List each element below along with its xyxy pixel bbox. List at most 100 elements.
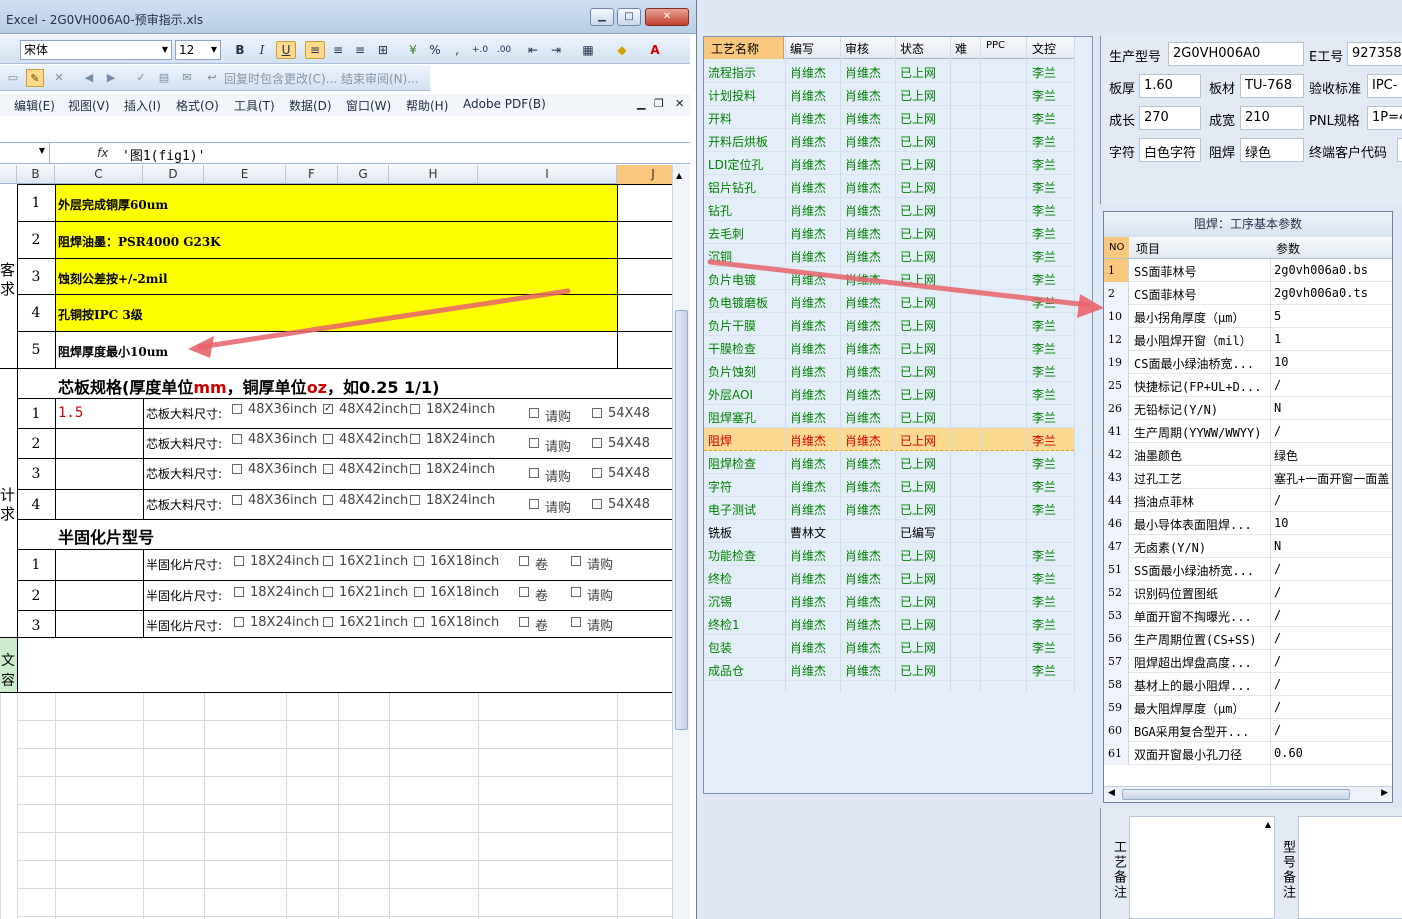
decrease-indent-icon[interactable]: ⇤ [523, 41, 543, 59]
font-color-icon[interactable]: A [645, 41, 665, 59]
checkbox-icon[interactable] [414, 617, 424, 627]
font-size-select[interactable]: 12 ▼ [175, 40, 221, 60]
note-number[interactable]: 2 [18, 232, 54, 248]
process-row[interactable]: 开料 肖维杰 肖维杰 已上网 李兰 [704, 106, 1074, 129]
param-row[interactable]: 26 无铅标记(Y/N) N [1104, 397, 1392, 420]
name-box[interactable]: ▼ [0, 143, 50, 163]
checkbox-icon[interactable] [232, 464, 242, 474]
col-reviewer[interactable]: 审核 [845, 40, 869, 57]
param-row[interactable]: 59 最大阻焊厚度（μm） / [1104, 696, 1392, 719]
process-row[interactable]: 阻焊 肖维杰 肖维杰 已上网 李兰 [704, 428, 1074, 451]
param-row[interactable]: 58 基材上的最小阻焊... / [1104, 673, 1392, 696]
align-right-icon[interactable]: ≡ [350, 41, 370, 59]
checkbox-icon[interactable]: ✓ [323, 404, 333, 414]
checkbox-icon[interactable] [414, 556, 424, 566]
prepreg-row-number[interactable]: 3 [18, 618, 54, 634]
column-header[interactable]: G [338, 165, 389, 184]
note-number[interactable]: 5 [18, 342, 54, 358]
menu-data[interactable]: 数据(D) [289, 97, 332, 114]
model-field[interactable]: 2G0VH006A0 [1168, 42, 1304, 66]
core-size-checkbox[interactable]: 48X42inch [323, 493, 408, 508]
process-row[interactable]: LDI定位孔 肖维杰 肖维杰 已上网 李兰 [704, 152, 1074, 175]
checkbox-icon[interactable] [323, 464, 333, 474]
note-text[interactable]: 孔铜按IPC 3级 [58, 306, 143, 323]
checkbox-icon[interactable] [232, 404, 242, 414]
previous-comment-icon[interactable]: ◀ [80, 69, 98, 87]
checkbox-icon[interactable] [529, 468, 539, 478]
checkbox-icon[interactable] [519, 587, 529, 597]
core-size-checkbox[interactable]: 请购 [529, 466, 571, 485]
material-field[interactable]: TU-768 [1240, 74, 1304, 98]
prepreg-size-checkbox[interactable]: 请购 [571, 554, 613, 573]
prepreg-row-number[interactable]: 1 [18, 557, 54, 573]
process-row[interactable]: 开料后烘板 肖维杰 肖维杰 已上网 李兰 [704, 129, 1074, 152]
doc-minimize-icon[interactable]: ▁ [637, 97, 645, 110]
core-thickness-value[interactable]: 1.5 [58, 405, 83, 421]
process-row[interactable]: 流程指示 肖维杰 肖维杰 已上网 李兰 [704, 60, 1074, 83]
horizontal-scrollbar[interactable]: ◀ ▶ [1104, 786, 1392, 802]
align-left-icon[interactable]: ≡ [305, 41, 325, 59]
process-row[interactable]: 钻孔 肖维杰 肖维杰 已上网 李兰 [704, 198, 1074, 221]
core-size-checkbox[interactable]: 请购 [529, 406, 571, 425]
checkbox-icon[interactable] [529, 408, 539, 418]
col-difficulty[interactable]: 难 [955, 40, 967, 57]
core-size-checkbox[interactable]: 48X36inch [232, 462, 317, 477]
comma-icon[interactable]: , [447, 41, 467, 59]
process-row[interactable]: 功能检查 肖维杰 肖维杰 已上网 李兰 [704, 543, 1074, 566]
currency-icon[interactable]: ¥ [403, 41, 423, 59]
checkbox-icon[interactable] [592, 468, 602, 478]
borders-icon[interactable]: ▦ [578, 41, 598, 59]
column-header[interactable]: D [143, 165, 204, 184]
process-row[interactable]: 外层AOI 肖维杰 肖维杰 已上网 李兰 [704, 382, 1074, 405]
scroll-thumb[interactable] [1122, 789, 1350, 800]
col-item[interactable]: 项目 [1136, 240, 1160, 257]
param-row[interactable]: 57 阻焊超出焊盘高度... / [1104, 650, 1392, 673]
process-row[interactable]: 计划投料 肖维杰 肖维杰 已上网 李兰 [704, 83, 1074, 106]
menu-help[interactable]: 帮助(H) [406, 97, 448, 114]
prepreg-row-number[interactable]: 2 [18, 588, 54, 604]
checkbox-icon[interactable] [410, 434, 420, 444]
font-name-select[interactable]: 宋体 ▼ [20, 40, 172, 60]
process-row[interactable]: 电子测试 肖维杰 肖维杰 已上网 李兰 [704, 497, 1074, 520]
scroll-right-icon[interactable]: ▶ [1381, 788, 1388, 798]
param-row[interactable]: 41 生产周期(YYWW/WWYY) / [1104, 420, 1392, 443]
bold-icon[interactable]: B [230, 41, 250, 59]
legend-field[interactable]: 白色字符 [1139, 138, 1201, 162]
column-header[interactable]: E [204, 165, 286, 184]
checkbox-icon[interactable] [414, 587, 424, 597]
param-row[interactable]: 12 最小阻焊开窗（mil） 1 [1104, 328, 1392, 351]
prepreg-size-checkbox[interactable]: 16X21inch [323, 585, 408, 600]
prepreg-size-checkbox[interactable]: 16X18inch [414, 554, 499, 569]
pnl-field[interactable]: 1P=4 [1367, 106, 1402, 130]
prepreg-size-checkbox[interactable]: 请购 [571, 615, 613, 634]
column-header[interactable]: C [55, 165, 143, 184]
checkbox-icon[interactable] [234, 587, 244, 597]
delete-comment-icon[interactable]: ✕ [50, 69, 68, 87]
col-status[interactable]: 状态 [900, 40, 924, 57]
column-header-a[interactable] [0, 165, 17, 184]
menu-insert[interactable]: 插入(I) [124, 97, 161, 114]
core-size-checkbox[interactable]: 48X36inch [232, 432, 317, 447]
menu-view[interactable]: 视图(V) [68, 97, 110, 114]
prepreg-size-checkbox[interactable]: 16X21inch [323, 615, 408, 630]
column-header[interactable]: I [478, 165, 617, 184]
merge-cells-icon[interactable]: ⊞ [373, 41, 393, 59]
core-row-number[interactable]: 2 [18, 436, 54, 452]
menu-edit[interactable]: 编辑(E) [14, 97, 55, 114]
process-row[interactable]: 干膜检查 肖维杰 肖维杰 已上网 李兰 [704, 336, 1074, 359]
param-row[interactable]: 52 识别码位置图纸 / [1104, 581, 1392, 604]
checkbox-icon[interactable] [592, 408, 602, 418]
menu-format[interactable]: 格式(O) [176, 97, 219, 114]
checkbox-icon[interactable] [571, 556, 581, 566]
process-row[interactable]: 沉铜 肖维杰 肖维杰 已上网 李兰 [704, 244, 1074, 267]
core-size-checkbox[interactable]: ✓ 48X42inch [323, 402, 408, 417]
prepreg-size-checkbox[interactable]: 请购 [571, 585, 613, 604]
scroll-thumb[interactable] [675, 310, 688, 730]
increase-decimal-icon[interactable]: +.0 [470, 41, 490, 59]
core-size-checkbox[interactable]: 请购 [529, 497, 571, 516]
note-text[interactable]: 阻焊厚度最小10um [58, 343, 168, 360]
checkbox-icon[interactable] [571, 617, 581, 627]
process-row[interactable]: 阻焊检查 肖维杰 肖维杰 已上网 李兰 [704, 451, 1074, 474]
doc-close-icon[interactable]: ✕ [675, 97, 684, 110]
align-center-icon[interactable]: ≡ [328, 41, 348, 59]
